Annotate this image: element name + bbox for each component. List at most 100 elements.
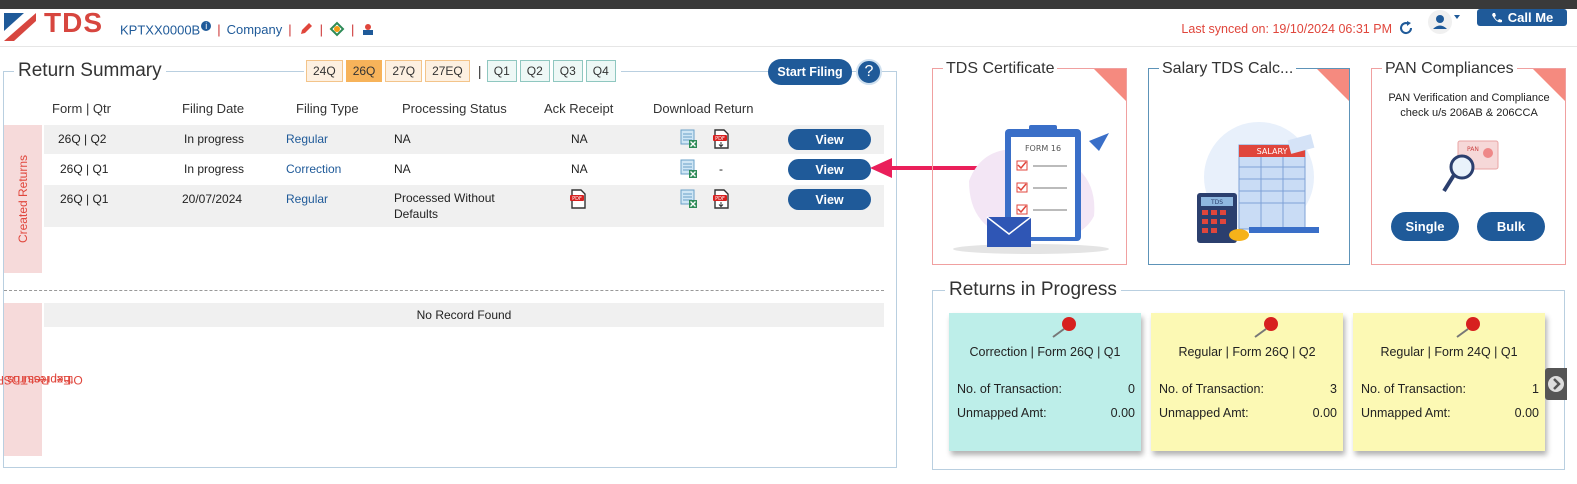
svg-text:TDS: TDS bbox=[1210, 199, 1223, 206]
single-button[interactable]: Single bbox=[1391, 212, 1459, 241]
app-header: TDS KPTXX0000B i | Company | | | Last syn… bbox=[0, 9, 1577, 47]
progress-note-card[interactable]: Regular | Form 24Q | Q1 No. of Transacti… bbox=[1353, 313, 1545, 451]
progress-note-card[interactable]: Regular | Form 26Q | Q2 No. of Transacti… bbox=[1151, 313, 1343, 451]
table-row: 26Q | Q2 In progress Regular NA NA PDF V… bbox=[44, 125, 884, 154]
pan-description: PAN Verification and Compliance check u/s… bbox=[1388, 92, 1550, 119]
company-line: KPTXX0000B i | Company | | | bbox=[120, 21, 376, 37]
view-button[interactable]: View bbox=[788, 159, 871, 180]
section-divider bbox=[4, 290, 884, 291]
tab-q3[interactable]: Q3 bbox=[552, 60, 583, 82]
amt-label: Unmapped Amt: bbox=[1159, 406, 1249, 420]
separator: | bbox=[217, 21, 221, 37]
help-icon[interactable]: ? bbox=[856, 59, 882, 85]
carousel-next-button[interactable] bbox=[1545, 368, 1567, 400]
view-button[interactable]: View bbox=[788, 189, 871, 210]
pdf-download-icon[interactable]: PDF bbox=[712, 129, 730, 149]
info-icon[interactable]: i bbox=[201, 21, 212, 31]
tds-certificate-card[interactable]: TDS Certificate FORM 16 bbox=[932, 60, 1127, 265]
last-synced-text: Last synced on: 19/10/2024 06:31 PM bbox=[1181, 22, 1392, 36]
pdf-download-icon[interactable]: PDF bbox=[712, 189, 730, 209]
ack-cell: NA bbox=[571, 162, 588, 176]
col-filing-type: Filing Type bbox=[296, 101, 359, 116]
table-row: 26Q | Q1 In progress Correction NA NA - … bbox=[44, 155, 884, 184]
pan-compliances-card: PAN Compliances PAN Verification and Com… bbox=[1371, 60, 1566, 265]
txn-value: 0 bbox=[1128, 382, 1135, 396]
amt-label: Unmapped Amt: bbox=[1361, 406, 1451, 420]
other-returns-label: Other Returns Filed outsideExpressTDS bbox=[0, 303, 82, 456]
col-processing-status: Processing Status bbox=[402, 101, 507, 116]
pushpin-icon bbox=[1456, 317, 1480, 338]
txn-value: 1 bbox=[1532, 382, 1539, 396]
ack-cell: NA bbox=[571, 132, 588, 146]
logo-text: TDS bbox=[44, 7, 103, 38]
separator: | bbox=[319, 21, 324, 37]
svg-text:PAN: PAN bbox=[1467, 146, 1479, 153]
call-me-label: Call Me bbox=[1507, 10, 1554, 25]
corner-ribbon bbox=[1317, 69, 1349, 101]
excel-download-icon[interactable] bbox=[680, 159, 698, 179]
excel-download-icon[interactable] bbox=[680, 129, 698, 149]
view-button[interactable]: View bbox=[788, 129, 871, 150]
gst-logo-icon[interactable] bbox=[329, 21, 345, 37]
col-form-qtr: Form | Qtr bbox=[52, 101, 111, 116]
amt-value: 0.00 bbox=[1514, 406, 1539, 420]
return-summary-panel: Return Summary 24Q 26Q 27Q 27EQ | Q1 Q2 … bbox=[0, 59, 897, 468]
ack-pdf-icon[interactable]: PDF bbox=[569, 189, 587, 209]
svg-text:PDF: PDF bbox=[715, 136, 725, 142]
svg-text:SALARY: SALARY bbox=[1257, 147, 1288, 156]
status-cell: Processed Without Defaults bbox=[394, 191, 495, 221]
return-summary-title: Return Summary bbox=[14, 60, 166, 82]
tab-24q[interactable]: 24Q bbox=[306, 60, 343, 82]
no-record-message: No Record Found bbox=[44, 303, 884, 327]
pushpin-icon bbox=[1052, 317, 1076, 338]
salary-calculator-illustration-icon: SALARY TDS bbox=[1197, 122, 1319, 243]
form16-illustration-icon: FORM 16 bbox=[953, 125, 1109, 254]
amt-label: Unmapped Amt: bbox=[957, 406, 1047, 420]
company-link[interactable]: Company bbox=[227, 22, 283, 37]
tds-certificate-title: TDS Certificate bbox=[943, 60, 1058, 78]
tab-q1[interactable]: Q1 bbox=[486, 60, 517, 82]
excel-download-icon[interactable] bbox=[680, 189, 698, 209]
progress-note-card[interactable]: Correction | Form 26Q | Q1 No. of Transa… bbox=[949, 313, 1141, 451]
pan-compliances-title: PAN Compliances bbox=[1382, 60, 1517, 78]
edit-pencil-icon[interactable] bbox=[298, 21, 314, 37]
svg-text:PDF: PDF bbox=[715, 196, 725, 202]
col-filing-date: Filing Date bbox=[182, 101, 245, 116]
logo[interactable]: TDS bbox=[4, 7, 114, 41]
amt-value: 0.00 bbox=[1110, 406, 1135, 420]
tab-27eq[interactable]: 27EQ bbox=[425, 60, 470, 82]
note-title: Correction | Form 26Q | Q1 bbox=[969, 345, 1121, 359]
download-dash: - bbox=[719, 162, 723, 176]
form-qtr-cell: 26Q | Q1 bbox=[60, 162, 109, 176]
tab-27q[interactable]: 27Q bbox=[385, 60, 423, 82]
tab-q2[interactable]: Q2 bbox=[519, 60, 550, 82]
filing-type-cell: Regular bbox=[286, 132, 329, 146]
tab-q4[interactable]: Q4 bbox=[585, 60, 616, 82]
tan-number: KPTXX0000B i bbox=[120, 21, 212, 37]
top-strip bbox=[0, 0, 1577, 9]
txn-label: No. of Transaction: bbox=[1159, 382, 1264, 396]
filing-date-cell: In progress bbox=[184, 132, 245, 146]
txn-label: No. of Transaction: bbox=[1361, 382, 1466, 396]
emblem-icon[interactable] bbox=[360, 21, 376, 37]
chevron-right-icon bbox=[1548, 376, 1564, 392]
filing-type-cell: Correction bbox=[286, 162, 342, 176]
tab-26q[interactable]: 26Q bbox=[345, 60, 383, 82]
separator: | bbox=[288, 21, 292, 37]
pushpin-icon bbox=[1254, 317, 1278, 338]
refresh-icon[interactable] bbox=[1398, 20, 1414, 36]
col-download-return: Download Return bbox=[653, 101, 754, 116]
user-menu-icon[interactable] bbox=[1427, 9, 1461, 35]
form-quarter-tabs: 24Q 26Q 27Q 27EQ | Q1 Q2 Q3 Q4 bbox=[304, 60, 621, 82]
start-filing-button[interactable]: Start Filing bbox=[768, 59, 852, 85]
logo-mark-icon bbox=[4, 13, 36, 41]
table-row: 26Q | Q1 20/07/2024 Regular Processed Wi… bbox=[44, 185, 884, 227]
bulk-button[interactable]: Bulk bbox=[1477, 212, 1545, 241]
separator: | bbox=[351, 21, 355, 37]
filing-date-cell: 20/07/2024 bbox=[182, 192, 243, 206]
txn-label: No. of Transaction: bbox=[957, 382, 1062, 396]
form-qtr-cell: 26Q | Q2 bbox=[58, 132, 107, 146]
svg-text:FORM 16: FORM 16 bbox=[1025, 144, 1061, 153]
call-me-button[interactable]: Call Me bbox=[1477, 9, 1567, 26]
salary-tds-calc-card[interactable]: Salary TDS Calc... SALARY TDS bbox=[1148, 60, 1350, 265]
